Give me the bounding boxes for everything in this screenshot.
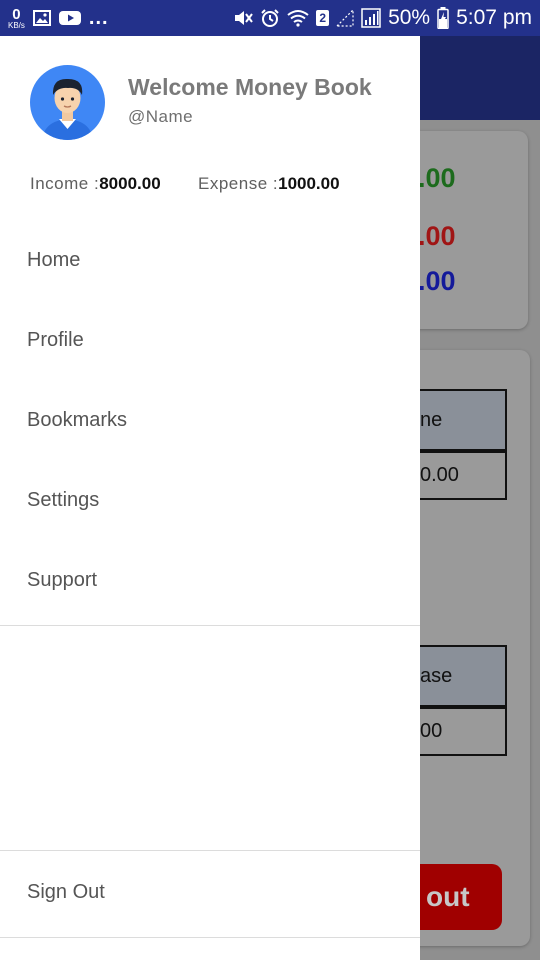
income-value: 8000.00 bbox=[99, 174, 161, 193]
menu-item-profile[interactable]: Profile bbox=[27, 329, 84, 352]
summary-expense-value: .00 bbox=[418, 221, 456, 251]
navigation-drawer: Welcome Money Book @Name Income :8000.00… bbox=[0, 36, 420, 960]
wifi-icon bbox=[287, 9, 310, 27]
menu-item-support[interactable]: Support bbox=[27, 569, 97, 592]
network-speed-indicator: 0 KB/s bbox=[8, 7, 25, 30]
menu-item-settings[interactable]: Settings bbox=[27, 489, 99, 512]
income-label: Income : bbox=[30, 174, 100, 193]
bottom-divider bbox=[0, 937, 420, 938]
user-handle: @Name bbox=[128, 107, 194, 126]
battery-charging-icon bbox=[437, 7, 449, 29]
mute-icon bbox=[233, 9, 254, 27]
youtube-notification-icon bbox=[58, 10, 81, 26]
status-bar: 0 KB/s ... 2 50% 5:07 pm bbox=[0, 0, 540, 36]
signal-icon bbox=[361, 8, 381, 28]
battery-percent: 50% bbox=[388, 6, 431, 29]
menu-divider bbox=[0, 625, 420, 626]
menu-item-home[interactable]: Home bbox=[27, 249, 80, 272]
image-notification-icon bbox=[32, 10, 51, 26]
sign-out-button[interactable]: Sign Out bbox=[27, 881, 105, 904]
expense-stat: Expense :1000.00 bbox=[198, 174, 340, 194]
menu-item-bookmarks[interactable]: Bookmarks bbox=[27, 409, 127, 432]
more-notifications-indicator: ... bbox=[88, 6, 109, 29]
expense-label: Expense : bbox=[198, 174, 279, 193]
sim-badge: 2 bbox=[316, 10, 330, 26]
expense-value: 1000.00 bbox=[278, 174, 340, 193]
summary-balance-value: .00 bbox=[418, 266, 456, 296]
clock-time: 5:07 pm bbox=[456, 6, 532, 29]
avatar[interactable] bbox=[30, 65, 105, 140]
footer-divider bbox=[0, 850, 420, 851]
alarm-icon bbox=[260, 8, 280, 28]
network-speed-value: 0 bbox=[12, 5, 21, 23]
summary-income-value: .00 bbox=[418, 163, 456, 193]
income-stat: Income :8000.00 bbox=[30, 174, 161, 194]
network-speed-unit: KB/s bbox=[8, 20, 25, 30]
signal-weak-icon bbox=[336, 9, 354, 27]
drawer-title: Welcome Money Book bbox=[128, 74, 372, 100]
